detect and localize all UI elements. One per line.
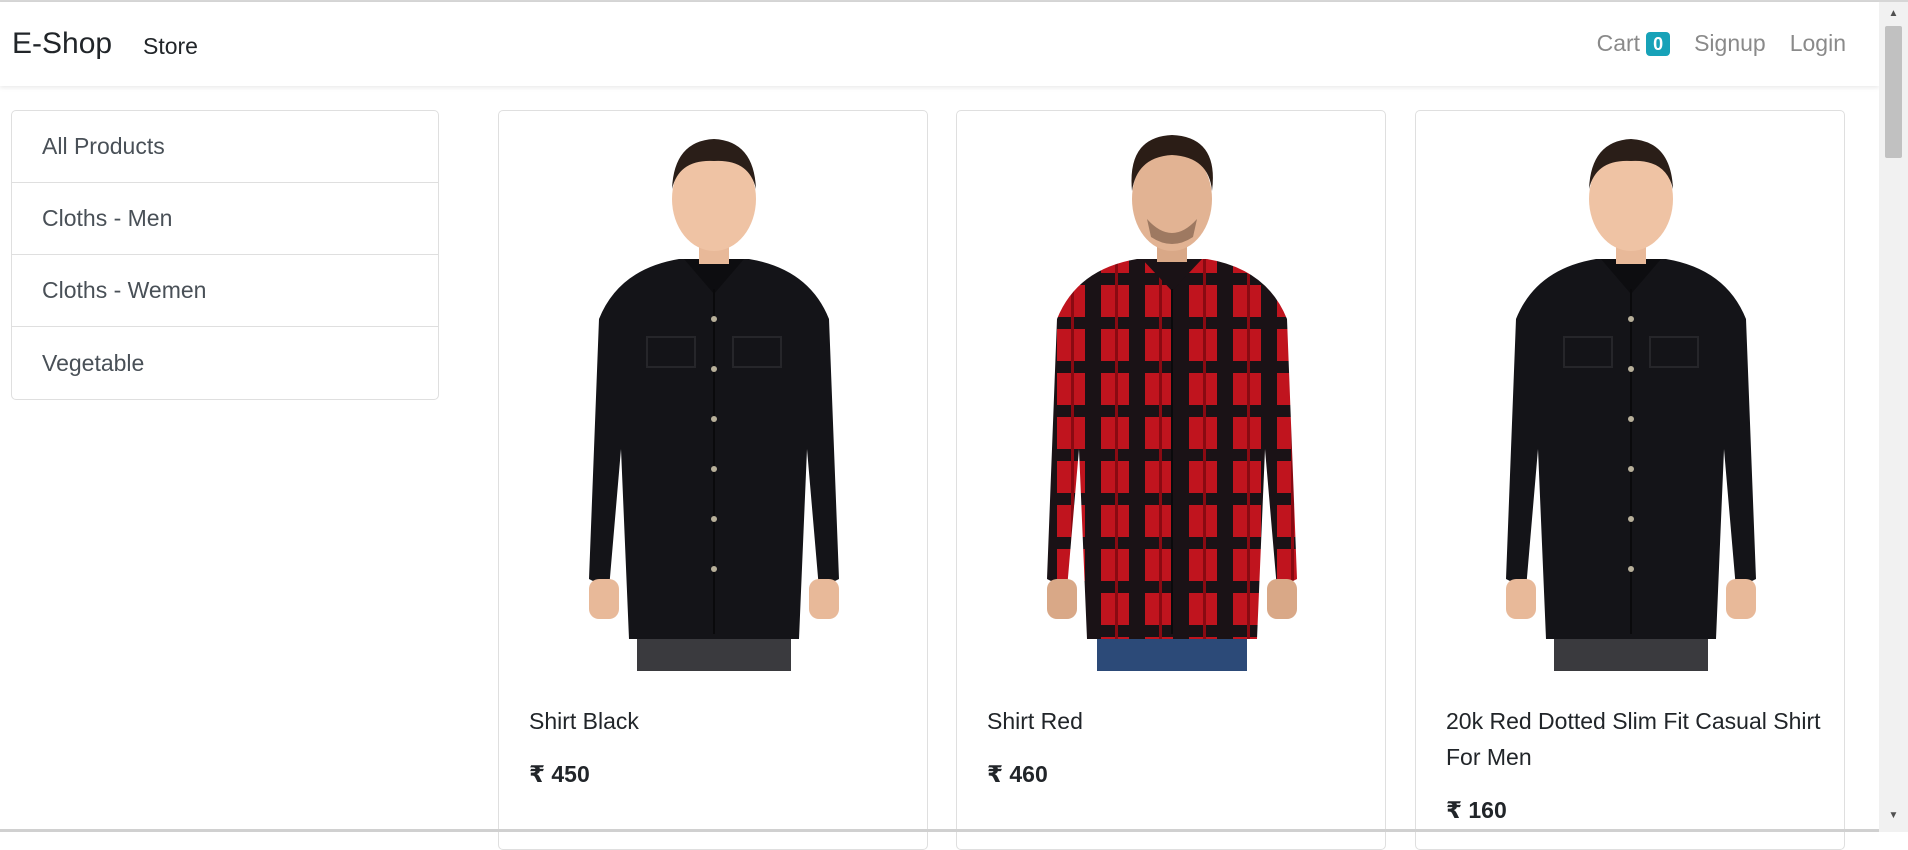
nav-store-link[interactable]: Store	[143, 33, 198, 60]
navbar: E-Shop Store Cart 0 Signup Login	[0, 2, 1879, 86]
product-title[interactable]: 20k Red Dotted Slim Fit Casual Shirt For…	[1446, 703, 1826, 775]
product-card[interactable]: Shirt Black ₹ 450	[498, 110, 928, 850]
scrollbar-thumb[interactable]	[1885, 26, 1902, 158]
nav-right: Cart 0 Signup Login	[1573, 30, 1846, 57]
scroll-down-arrow-icon[interactable]: ▼	[1879, 806, 1908, 826]
login-link[interactable]: Login	[1790, 30, 1846, 57]
product-card[interactable]: 20k Red Dotted Slim Fit Casual Shirt For…	[1415, 110, 1845, 850]
cart-count-badge: 0	[1646, 31, 1671, 56]
product-price: ₹ 160	[1446, 797, 1507, 823]
product-image-red-shirt[interactable]	[997, 119, 1347, 671]
product-card[interactable]: Shirt Red ₹ 460	[956, 110, 1386, 850]
cart-label: Cart	[1596, 30, 1641, 56]
product-image-black-shirt[interactable]	[1456, 119, 1806, 671]
category-item-vegetable[interactable]: Vegetable	[12, 327, 438, 399]
category-item-cloths-men[interactable]: Cloths - Men	[12, 183, 438, 255]
brand-logo[interactable]: E-Shop	[12, 27, 112, 61]
product-price: ₹ 450	[529, 761, 590, 787]
product-price: ₹ 460	[987, 761, 1048, 787]
signup-link[interactable]: Signup	[1694, 30, 1766, 57]
product-title[interactable]: Shirt Red	[987, 703, 1367, 739]
product-title[interactable]: Shirt Black	[529, 703, 909, 739]
scroll-up-arrow-icon[interactable]: ▲	[1879, 4, 1908, 24]
category-item-all-products[interactable]: All Products	[12, 111, 438, 183]
cart-link[interactable]: Cart 0	[1596, 30, 1671, 57]
category-list: All Products Cloths - Men Cloths - Wemen…	[11, 110, 439, 400]
category-item-cloths-women[interactable]: Cloths - Wemen	[12, 255, 438, 327]
product-image-black-shirt[interactable]	[539, 119, 889, 671]
